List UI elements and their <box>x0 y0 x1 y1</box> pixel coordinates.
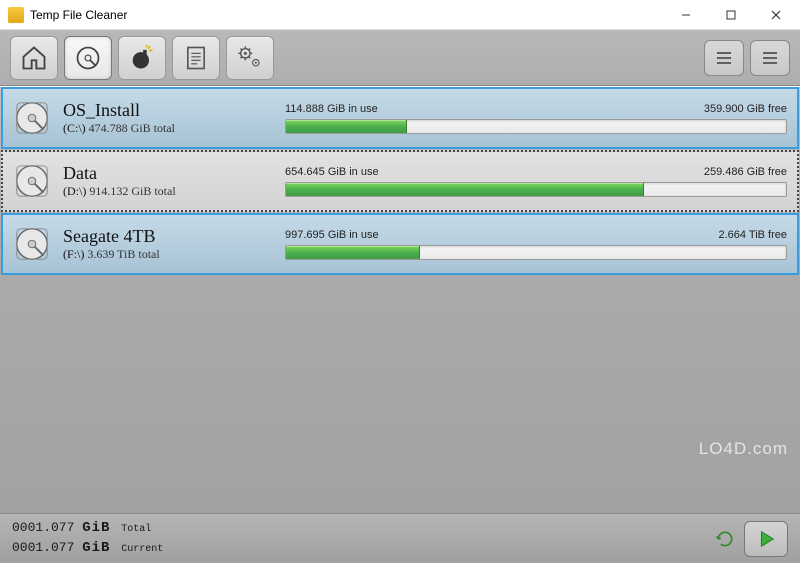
drive-name: Data <box>63 163 273 184</box>
drive-total: 3.639 TiB total <box>87 247 159 261</box>
drives-button[interactable] <box>64 36 112 80</box>
drive-path: (D:\) <box>63 184 86 198</box>
drive-details: (C:\) 474.788 GiB total <box>63 121 273 136</box>
drive-in-use: 654.645 GiB in use <box>285 166 379 178</box>
usage-fill <box>286 120 407 133</box>
drive-name: Seagate 4TB <box>63 226 273 247</box>
drive-path: (C:\) <box>63 121 86 135</box>
refresh-button[interactable] <box>714 528 736 550</box>
drive-list: OS_Install (C:\) 474.788 GiB total 114.8… <box>0 87 800 513</box>
status-text: 0001.077 GiB Total 0001.077 GiB Current <box>12 519 163 558</box>
drive-icon <box>74 44 102 72</box>
home-icon <box>20 44 48 72</box>
report-button[interactable] <box>172 36 220 80</box>
drive-usage: 997.695 GiB in use 2.664 TiB free <box>285 229 787 260</box>
status-current-label: Current <box>121 544 163 555</box>
clean-button[interactable] <box>118 36 166 80</box>
refresh-icon <box>715 529 735 549</box>
hard-drive-icon <box>13 162 51 200</box>
run-button[interactable] <box>744 521 788 557</box>
status-current-unit: GiB <box>82 540 110 556</box>
status-current-value: 0001.077 <box>12 540 74 555</box>
status-total-value: 0001.077 <box>12 520 74 535</box>
close-button[interactable] <box>753 1 798 29</box>
drive-in-use: 997.695 GiB in use <box>285 229 379 241</box>
usage-bar <box>285 182 787 197</box>
drive-name: OS_Install <box>63 100 273 121</box>
maximize-button[interactable] <box>708 1 753 29</box>
usage-bar <box>285 119 787 134</box>
watermark: LO4D.com <box>699 439 788 459</box>
hard-drive-icon <box>13 225 51 263</box>
drive-free: 2.664 TiB free <box>719 229 788 241</box>
settings-button[interactable] <box>226 36 274 80</box>
list-icon <box>715 50 733 66</box>
home-button[interactable] <box>10 36 58 80</box>
drive-info: Seagate 4TB (F:\) 3.639 TiB total <box>63 226 273 262</box>
status-bar: 0001.077 GiB Total 0001.077 GiB Current <box>0 513 800 563</box>
drive-total: 914.132 GiB total <box>89 184 175 198</box>
usage-fill <box>286 246 420 259</box>
drive-info: OS_Install (C:\) 474.788 GiB total <box>63 100 273 136</box>
status-total-unit: GiB <box>82 520 110 536</box>
drive-free: 359.900 GiB free <box>704 103 787 115</box>
toolbar <box>0 30 800 86</box>
window-title: Temp File Cleaner <box>30 8 663 22</box>
drive-details: (F:\) 3.639 TiB total <box>63 247 273 262</box>
bomb-icon <box>128 44 156 72</box>
usage-fill <box>286 183 644 196</box>
details-view-button[interactable] <box>750 40 790 76</box>
title-bar: Temp File Cleaner <box>0 0 800 30</box>
drive-in-use: 114.888 GiB in use <box>285 103 378 115</box>
usage-bar <box>285 245 787 260</box>
drive-details: (D:\) 914.132 GiB total <box>63 184 273 199</box>
gears-icon <box>236 44 264 72</box>
app-icon <box>8 7 24 23</box>
minimize-button[interactable] <box>663 1 708 29</box>
document-icon <box>182 44 210 72</box>
drive-usage: 114.888 GiB in use 359.900 GiB free <box>285 103 787 134</box>
list-view-button[interactable] <box>704 40 744 76</box>
drive-path: (F:\) <box>63 247 84 261</box>
status-total-label: Total <box>121 524 151 535</box>
list-icon <box>761 50 779 66</box>
drive-usage: 654.645 GiB in use 259.486 GiB free <box>285 166 787 197</box>
drive-row[interactable]: Seagate 4TB (F:\) 3.639 TiB total 997.69… <box>1 213 799 275</box>
drive-row[interactable]: OS_Install (C:\) 474.788 GiB total 114.8… <box>1 87 799 149</box>
drive-row[interactable]: Data (D:\) 914.132 GiB total 654.645 GiB… <box>1 150 799 212</box>
play-icon <box>755 528 777 550</box>
drive-info: Data (D:\) 914.132 GiB total <box>63 163 273 199</box>
drive-free: 259.486 GiB free <box>704 166 787 178</box>
drive-total: 474.788 GiB total <box>89 121 175 135</box>
hard-drive-icon <box>13 99 51 137</box>
